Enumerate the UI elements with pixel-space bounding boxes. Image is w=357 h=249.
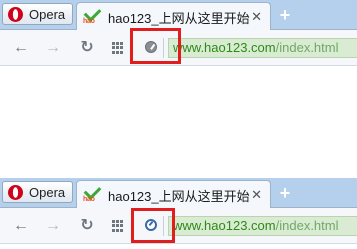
reload-icon[interactable]: ↻: [78, 217, 96, 235]
opera-menu-button[interactable]: Opera: [2, 181, 73, 203]
url-host: www.hao123.com: [173, 40, 276, 55]
browser-chrome-top: Opera hao hao123_上网从这里开始 ✕ + ← → ↻ www.h…: [0, 0, 357, 67]
url-path: /index.html: [275, 40, 339, 55]
hao123-favicon-icon: hao: [83, 4, 102, 26]
opera-menu-button[interactable]: Opera: [2, 3, 73, 25]
address-field[interactable]: www.hao123.com/index.html: [168, 38, 357, 58]
reload-icon[interactable]: ↻: [78, 39, 96, 57]
address-toolbar: ← → ↻ www.hao123.com/index.html: [0, 208, 357, 244]
tab-hao123[interactable]: hao hao123_上网从这里开始 ✕: [76, 180, 271, 209]
forward-arrow-icon[interactable]: →: [44, 217, 62, 235]
new-tab-button[interactable]: +: [276, 184, 294, 202]
opera-logo-icon: [8, 184, 23, 200]
close-tab-icon[interactable]: ✕: [251, 10, 262, 23]
hao123-favicon-icon: hao: [83, 182, 102, 204]
close-tab-icon[interactable]: ✕: [251, 188, 262, 201]
new-tab-button[interactable]: +: [276, 6, 294, 24]
tab-strip: Opera hao hao123_上网从这里开始 ✕ +: [0, 0, 357, 31]
opera-menu-label: Opera: [29, 6, 66, 22]
opera-logo-icon: [8, 6, 23, 22]
speed-dial-grid-icon[interactable]: [112, 42, 124, 54]
url-path: /index.html: [275, 218, 339, 233]
highlight-box: [131, 208, 175, 243]
back-arrow-icon[interactable]: ←: [12, 217, 30, 235]
tab-hao123[interactable]: hao hao123_上网从这里开始 ✕: [76, 2, 271, 31]
back-arrow-icon[interactable]: ←: [12, 39, 30, 57]
browser-chrome-bottom: Opera hao hao123_上网从这里开始 ✕ + ← → ↻ www.h…: [0, 178, 357, 245]
tab-title: hao123_上网从这里开始: [108, 188, 250, 204]
url-host: www.hao123.com: [173, 218, 276, 233]
screenshot: Opera hao hao123_上网从这里开始 ✕ + ← → ↻ www.h…: [0, 0, 357, 249]
address-field[interactable]: www.hao123.com/index.html: [168, 216, 357, 236]
opera-menu-label: Opera: [29, 184, 66, 200]
speed-dial-grid-icon[interactable]: [112, 220, 124, 232]
forward-arrow-icon[interactable]: →: [44, 39, 62, 57]
highlight-box: [130, 28, 181, 64]
tab-title: hao123_上网从这里开始: [108, 10, 250, 26]
tab-strip: Opera hao hao123_上网从这里开始 ✕ +: [0, 178, 357, 209]
